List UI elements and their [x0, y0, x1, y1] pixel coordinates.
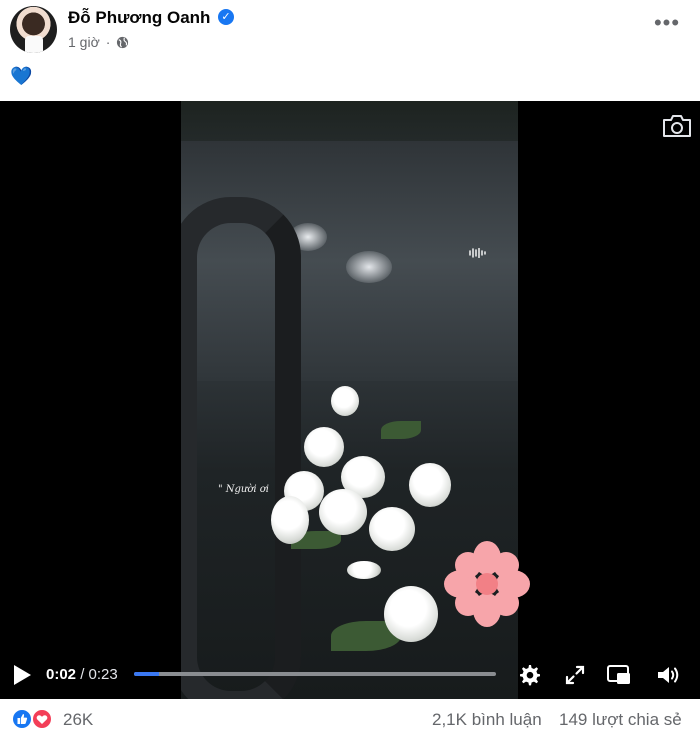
verified-badge-icon: ✓: [218, 9, 234, 25]
post-time[interactable]: 1 giờ: [68, 34, 100, 50]
video-player[interactable]: " Người ơi: [0, 101, 700, 699]
volume-icon[interactable]: [656, 663, 682, 687]
play-icon[interactable]: [12, 664, 32, 686]
rose: [304, 427, 344, 467]
post-footer: 26K 2,1K bình luận 149 lượt chia sẻ: [0, 700, 700, 735]
audio-wave-icon: [469, 248, 486, 258]
rose: [331, 386, 359, 416]
video-controls: 0:02 / 0:23: [0, 655, 700, 695]
rose: [319, 489, 367, 535]
avatar[interactable]: [10, 6, 57, 53]
reactions-icons[interactable]: [12, 709, 58, 729]
progress-bar[interactable]: [134, 672, 496, 676]
progress-fill: [134, 672, 159, 676]
reaction-count[interactable]: 26K: [63, 710, 93, 730]
like-icon: [12, 709, 32, 729]
post-text: 💙: [10, 66, 33, 86]
rose: [384, 586, 438, 642]
love-icon: [32, 709, 52, 729]
post-header: Đỗ Phương Oanh ✓ 1 giờ · ••• 💙: [0, 0, 700, 100]
camera-icon[interactable]: [661, 113, 693, 139]
picture-in-picture-icon[interactable]: [606, 663, 632, 687]
steering-wheel: [181, 197, 301, 699]
share-count[interactable]: 149 lượt chia sẻ: [559, 710, 682, 730]
comment-count[interactable]: 2,1K bình luận: [432, 710, 542, 730]
rose: [347, 561, 381, 579]
time-display: 0:02 / 0:23: [46, 666, 118, 683]
dot-separator: ·: [105, 34, 111, 50]
flower-sticker: [444, 541, 530, 627]
globe-icon[interactable]: [116, 36, 129, 49]
video-overlay-caption: " Người ơi: [218, 484, 269, 495]
rose: [409, 463, 451, 507]
rose: [271, 496, 309, 544]
video-light: [346, 251, 392, 283]
leaf: [381, 421, 421, 439]
duration: 0:23: [88, 666, 118, 683]
author-name[interactable]: Đỗ Phương Oanh: [68, 8, 210, 28]
gear-icon[interactable]: [516, 663, 542, 687]
post-meta: 1 giờ ·: [68, 34, 129, 50]
fullscreen-icon[interactable]: [562, 663, 588, 687]
more-options-icon[interactable]: •••: [652, 12, 682, 38]
rose: [369, 507, 415, 551]
current-time: 0:02: [46, 666, 77, 683]
time-separator: /: [80, 666, 85, 683]
